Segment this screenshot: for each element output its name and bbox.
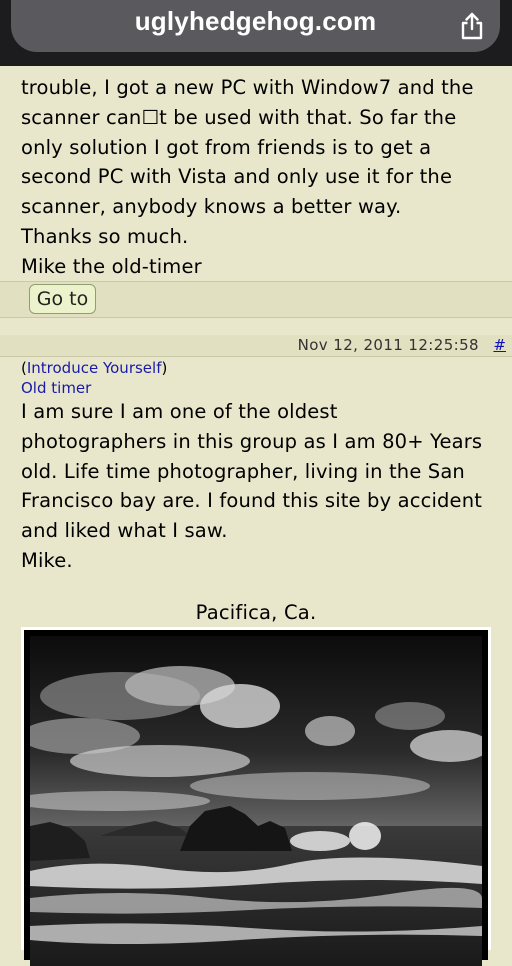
text-line: trouble, I got a new PC with Window7 and… [21,76,474,99]
seascape-image [30,636,482,966]
text-line: Mike. [21,548,73,572]
post-footer-bar: Go to [0,281,512,318]
browser-chrome: uglyhedgehog.com [0,0,512,66]
text-line: scanner, anybody knows a better way. [21,195,402,219]
topic-breadcrumb: (Introduce Yourself) [21,358,167,378]
previous-post-body: trouble, I got a new PC with Window7 and… [21,73,501,282]
image-caption: Pacifica, Ca. [195,601,317,624]
text-line: photographers in this group as I am 80+ … [21,429,483,453]
post-timestamp: Nov 12, 2011 12:25:58 [297,336,479,354]
text-line: second PC with Vista and only use it for… [21,165,453,189]
photo-border [24,630,488,966]
text-line: Francisco bay are. I found this site by … [21,489,483,513]
text-line: old. Life time photographer, living in t… [21,459,465,483]
share-icon[interactable] [459,11,485,41]
text-line: and liked what I saw. [21,519,228,543]
text-line: I am sure I am one of the oldest [21,400,338,423]
topic-paren-close: ) [161,359,168,377]
topic-link[interactable]: Introduce Yourself [27,359,162,377]
permalink-link[interactable]: # [493,336,506,354]
url-text[interactable]: uglyhedgehog.com [11,6,500,37]
username-link[interactable]: Old timer [21,378,91,398]
text-line: Mike the old-timer [21,254,202,278]
text-line: only solution I got from friends is to g… [21,135,432,159]
address-bar[interactable]: uglyhedgehog.com [11,0,500,52]
post-header: Nov 12, 2011 12:25:58 # [0,335,512,357]
text-line: scanner can☐t be used with that. So far … [21,105,457,129]
goto-button[interactable]: Go to [29,284,96,314]
post-body: I am sure I am one of the oldest photogr… [21,397,501,576]
attached-photo[interactable] [21,627,491,966]
text-line: Thanks so much. [21,224,189,248]
